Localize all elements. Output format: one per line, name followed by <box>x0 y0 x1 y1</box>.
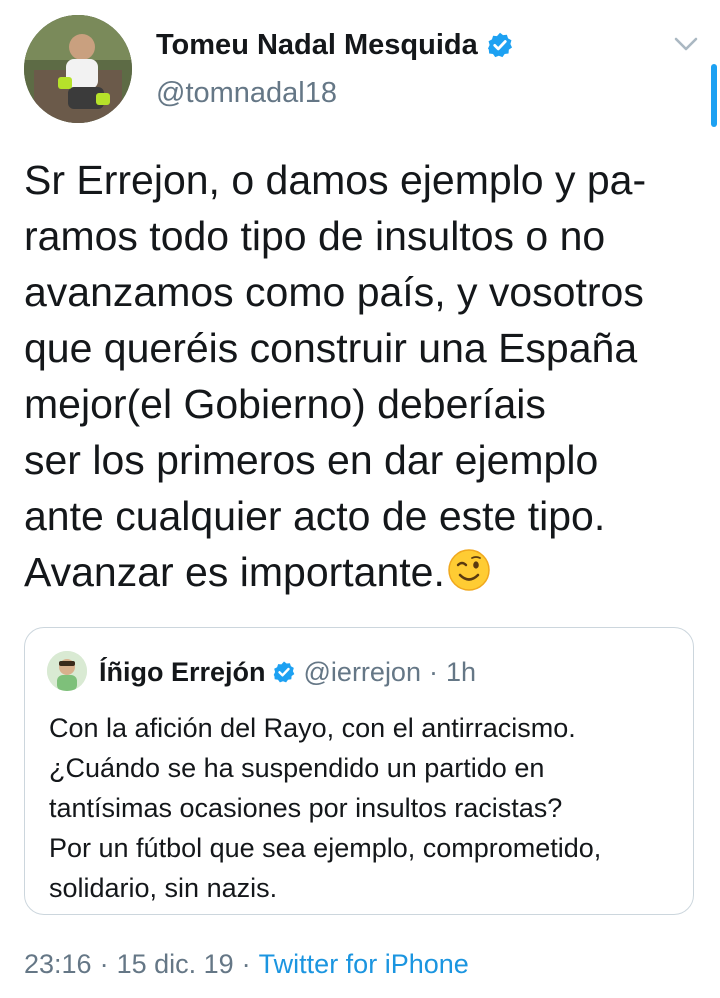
tweet-line: ante cualquier acto de este tipo. <box>24 493 606 539</box>
tweet-line: ser los primeros en dar ejemplo <box>24 437 599 483</box>
tweet-date[interactable]: 15 dic. 19 <box>117 949 234 979</box>
quoted-author-handle: @ierrejon <box>303 656 421 687</box>
tweet-meta: 23:16 · 15 dic. 19 · Twitter for iPhone <box>24 946 469 982</box>
author-name[interactable]: Tomeu Nadal Mesquida <box>156 28 478 62</box>
tweet-line: mejor(el Gobierno) deberíais <box>24 381 546 427</box>
quoted-tweet-header: Íñigo Errejón @ierrejon · 1h <box>99 655 476 689</box>
quoted-tweet-line: Con la afición del Rayo, con el antirrac… <box>49 713 576 743</box>
tweet-line: ramos todo tipo de insultos o no <box>24 213 606 259</box>
chevron-down-icon[interactable] <box>672 32 700 56</box>
tweet-line-last: Avanzar es importante. <box>24 544 694 600</box>
tweet-line: Avanzar es importante. <box>24 549 445 595</box>
quoted-tweet-line: Por un fútbol que sea ejemplo, compromet… <box>49 833 602 863</box>
verified-badge-icon <box>487 32 512 58</box>
tweet-line: Sr Errejon, o damos ejemplo y pa- <box>24 157 647 203</box>
quoted-tweet-text: Con la afición del Rayo, con el antirrac… <box>49 708 679 908</box>
dot-separator: · <box>99 949 109 979</box>
tweet-source-link[interactable]: Twitter for iPhone <box>259 949 469 979</box>
tweet-time[interactable]: 23:16 <box>24 949 92 979</box>
author-handle[interactable]: @tomnadal18 <box>156 76 337 110</box>
quoted-tweet-line: tantísimas ocasiones por insultos racist… <box>49 793 563 823</box>
quoted-tweet-time: 1h <box>445 656 477 687</box>
quoted-tweet-card[interactable]: Íñigo Errejón @ierrejon · 1h Con la afic… <box>24 627 694 915</box>
author-name-row[interactable]: Tomeu Nadal Mesquida <box>156 28 514 62</box>
quoted-author-avatar <box>47 651 87 691</box>
quoted-tweet-line: ¿Cuándo se ha suspendido un partido en <box>49 753 545 783</box>
tweet-text: Sr Errejon, o damos ejemplo y pa- ramos … <box>24 152 694 600</box>
tweet-line: avanzamos como país, y vosotros <box>24 269 644 315</box>
dot-separator: · <box>241 949 251 979</box>
verified-badge-icon <box>273 661 294 683</box>
dot-separator: · <box>428 656 438 687</box>
winking-face-emoji-icon <box>448 549 490 591</box>
author-avatar[interactable] <box>24 15 132 123</box>
scrollbar-thumb[interactable] <box>711 64 717 127</box>
quoted-author-name: Íñigo Errejón <box>99 656 266 687</box>
quoted-tweet-line: solidario, sin nazis. <box>49 873 278 903</box>
tweet-line: que queréis construir una España <box>24 325 638 371</box>
